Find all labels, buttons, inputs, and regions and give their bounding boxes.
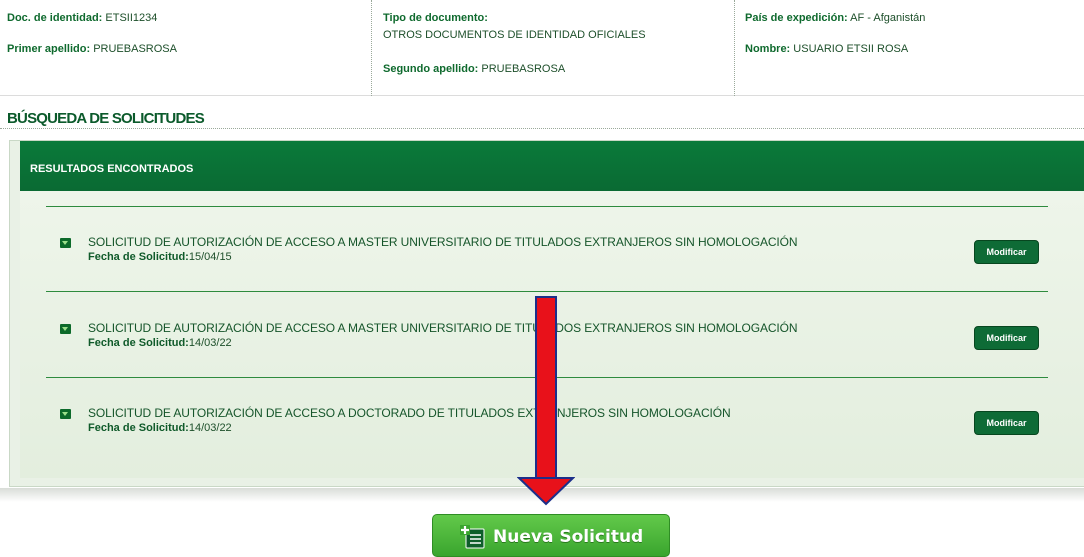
second-surname-value: PRUEBASROSA bbox=[481, 63, 566, 75]
add-document-icon bbox=[460, 525, 485, 549]
first-surname-field: Primer apellido: PRUEBASROSA bbox=[7, 43, 177, 56]
country-label: País de expedición: bbox=[745, 12, 848, 24]
second-surname-label: Segundo apellido: bbox=[383, 63, 479, 75]
name-label: Nombre: bbox=[745, 43, 791, 55]
red-arrow-head bbox=[517, 477, 575, 506]
name-value: USUARIO ETSII ROSA bbox=[793, 43, 909, 55]
doc-type-label: Tipo de documento: bbox=[383, 12, 488, 24]
country-field: País de expedición: AF - Afganistán bbox=[745, 12, 925, 25]
modify-button[interactable]: Modificar bbox=[974, 411, 1039, 435]
info-column-1: Doc. de identidad: ETSII1234 Primer apel… bbox=[0, 0, 371, 96]
info-column-2: Tipo de documento: OTROS DOCUMENTOS DE I… bbox=[371, 0, 734, 96]
new-request-label: Nueva Solicitud bbox=[493, 527, 644, 547]
doc-id-value: ETSII1234 bbox=[105, 12, 158, 24]
modify-button[interactable]: Modificar bbox=[974, 326, 1039, 350]
info-column-3: País de expedición: AF - Afganistán Nomb… bbox=[734, 0, 1084, 96]
second-surname-field: Segundo apellido: PRUEBASROSA bbox=[383, 63, 565, 76]
list-item: SOLICITUD DE AUTORIZACIÓN DE ACCESO A MA… bbox=[46, 227, 1048, 287]
red-arrow-annotation bbox=[535, 296, 557, 478]
new-request-button[interactable]: Nueva Solicitud bbox=[432, 514, 670, 557]
request-title: SOLICITUD DE AUTORIZACIÓN DE ACCESO A MA… bbox=[88, 235, 798, 249]
row-divider bbox=[46, 206, 1048, 207]
request-date-value: 14/03/22 bbox=[188, 337, 232, 349]
request-date-label: Fecha de Solicitud: bbox=[88, 422, 189, 434]
request-date-value: 15/04/15 bbox=[188, 251, 232, 263]
doc-id-label: Doc. de identidad: bbox=[7, 12, 103, 24]
request-date: Fecha de Solicitud:15/04/15 bbox=[88, 251, 232, 263]
modify-button[interactable]: Modificar bbox=[974, 240, 1039, 264]
request-title: SOLICITUD DE AUTORIZACIÓN DE ACCESO A DO… bbox=[88, 406, 731, 420]
download-arrow-icon[interactable] bbox=[60, 324, 71, 334]
request-date-label: Fecha de Solicitud: bbox=[88, 251, 189, 263]
results-header-label: RESULTADOS ENCONTRADOS bbox=[30, 163, 194, 175]
name-field: Nombre: USUARIO ETSII ROSA bbox=[745, 43, 908, 56]
request-date: Fecha de Solicitud:14/03/22 bbox=[88, 422, 232, 434]
doc-type-value-field: OTROS DOCUMENTOS DE IDENTIDAD OFICIALES bbox=[383, 29, 646, 42]
download-arrow-icon[interactable] bbox=[60, 409, 71, 419]
first-surname-label: Primer apellido: bbox=[7, 43, 91, 55]
request-title: SOLICITUD DE AUTORIZACIÓN DE ACCESO A MA… bbox=[88, 321, 798, 335]
doc-type-field: Tipo de documento: bbox=[383, 12, 488, 25]
results-header: RESULTADOS ENCONTRADOS bbox=[20, 141, 1084, 191]
country-value: AF - Afganistán bbox=[850, 12, 926, 24]
row-divider bbox=[46, 291, 1048, 292]
section-title: BÚSQUEDA DE SOLICITUDES bbox=[7, 110, 205, 127]
doc-type-value: OTROS DOCUMENTOS DE IDENTIDAD OFICIALES bbox=[383, 29, 646, 41]
first-surname-value: PRUEBASROSA bbox=[93, 43, 177, 55]
download-arrow-icon[interactable] bbox=[60, 238, 71, 248]
section-divider bbox=[0, 128, 1084, 129]
request-date-value: 14/03/22 bbox=[188, 422, 232, 434]
request-date: Fecha de Solicitud:14/03/22 bbox=[88, 337, 232, 349]
request-date-label: Fecha de Solicitud: bbox=[88, 337, 189, 349]
doc-id-field: Doc. de identidad: ETSII1234 bbox=[7, 12, 157, 25]
personal-info-panel: Doc. de identidad: ETSII1234 Primer apel… bbox=[0, 0, 1084, 96]
